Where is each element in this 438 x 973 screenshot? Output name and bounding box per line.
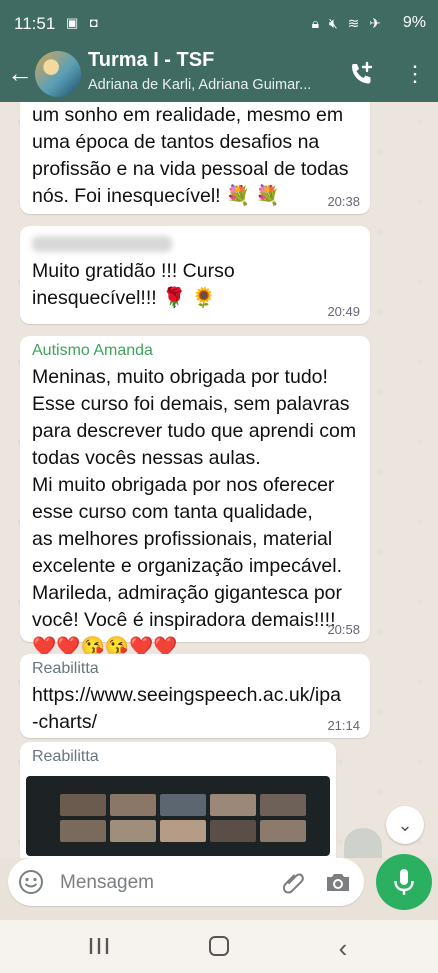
video-call-screenshot[interactable] [26, 776, 330, 856]
blurred-sender [32, 236, 172, 252]
system-nav-bar: ‹ [0, 920, 438, 973]
message-sender[interactable]: Reabilitta [20, 742, 336, 766]
paperclip-icon[interactable] [280, 869, 306, 895]
notification-icons: ▣ ◘ [66, 15, 102, 30]
message-time: 20:49 [327, 304, 360, 319]
message-composer [8, 858, 364, 906]
message-bubble[interactable]: Reabilitta https://www.seeingspeech.ac.u… [20, 654, 370, 738]
back-arrow-icon[interactable]: ← [6, 58, 34, 89]
message-link[interactable]: https://www.seeingspeech.ac.uk/ipa -char… [20, 678, 370, 736]
camera-icon[interactable] [324, 869, 352, 895]
chat-participants[interactable]: Adriana de Karli, Adriana Guimar... [88, 77, 338, 93]
microphone-icon [394, 869, 414, 895]
message-input[interactable] [58, 868, 272, 898]
microphone-button[interactable] [376, 854, 432, 910]
message-text: Meninas, muito obrigada por tudo! Esse c… [32, 366, 357, 658]
battery-level: 9% [402, 14, 426, 31]
chat-area[interactable]: um sonho em realidade, mesmo em uma époc… [0, 102, 438, 858]
status-time: 11:51 [14, 14, 56, 33]
status-bar: 11:51 ▣ ◘ 🔒︎ 🔇︎ ≋ ✈︎ 9% [0, 0, 438, 46]
add-call-button[interactable] [346, 59, 376, 89]
home-icon[interactable] [209, 936, 229, 956]
recents-icon[interactable] [88, 936, 110, 956]
message-sender[interactable]: Reabilitta [20, 654, 370, 678]
message-sender[interactable]: Autismo Amanda [20, 336, 370, 360]
message-bubble[interactable]: Reabilitta [20, 742, 336, 858]
system-icons: 🔒︎ 🔇︎ ≋ ✈︎ [311, 15, 384, 31]
chat-title[interactable]: Turma I - TSF [88, 49, 214, 72]
message-time: 20:58 [327, 622, 360, 637]
message-time: 21:14 [327, 718, 360, 733]
message-bubble[interactable]: um sonho em realidade, mesmo em uma époc… [20, 102, 370, 214]
message-bubble[interactable]: Muito gratidão !!! Curso inesquecível!!!… [20, 226, 370, 324]
phone-plus-icon [352, 61, 373, 84]
emoji-icon[interactable] [18, 869, 44, 895]
chat-header: ← Turma I - TSF Adriana de Karli, Adrian… [0, 46, 438, 102]
group-avatar[interactable] [35, 51, 81, 97]
more-options-icon[interactable]: ⋮ [404, 60, 426, 90]
back-icon[interactable]: ‹ [332, 933, 354, 964]
message-text: um sonho em realidade, mesmo em uma époc… [32, 104, 349, 207]
message-time: 20:38 [327, 194, 360, 209]
message-bubble[interactable]: Autismo Amanda Meninas, muito obrigada p… [20, 336, 370, 658]
scroll-down-icon[interactable]: ⌄ [386, 806, 424, 844]
